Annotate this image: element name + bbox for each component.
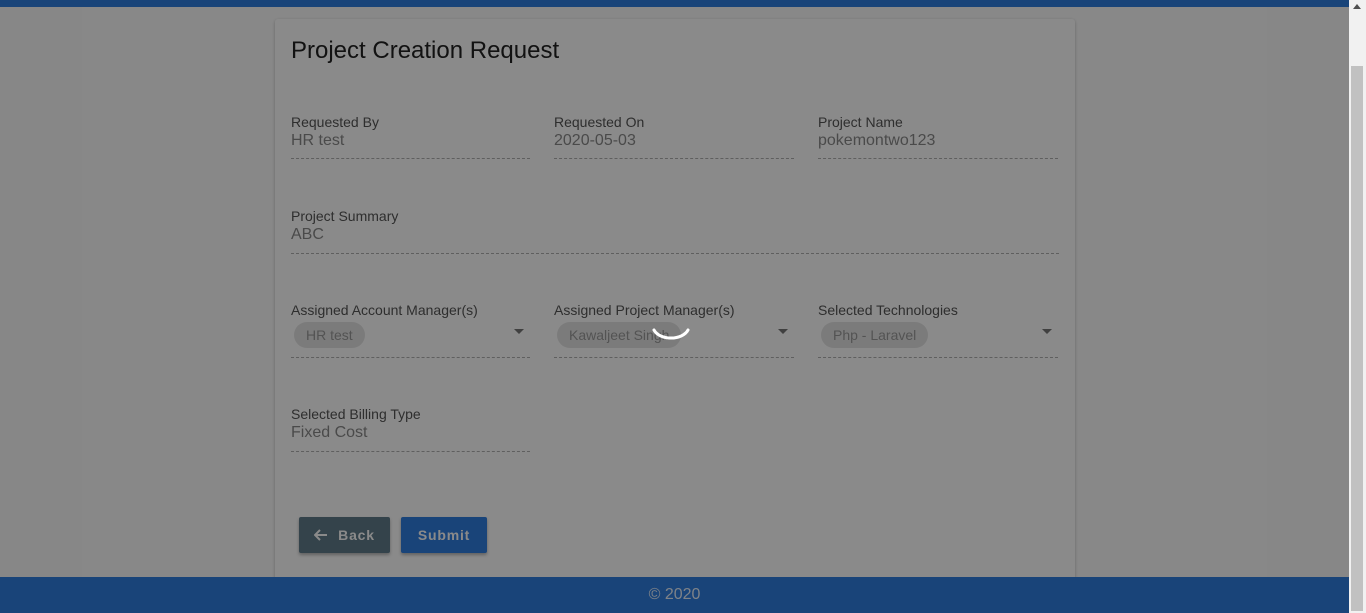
requested-by-value: HR test (291, 132, 345, 149)
project-summary-value: ABC (291, 226, 324, 243)
requested-on-field[interactable]: Requested On 2020-05-03 (554, 114, 794, 159)
project-summary-field[interactable]: Project Summary ABC (291, 208, 1059, 254)
field-underline (818, 357, 1058, 358)
field-underline (554, 158, 794, 159)
project-name-label: Project Name (818, 114, 903, 130)
requested-by-label: Requested By (291, 114, 379, 130)
account-manager-select[interactable]: Assigned Account Manager(s) HR test (291, 302, 530, 358)
project-name-field[interactable]: Project Name pokemontwo123 (818, 114, 1058, 159)
account-manager-label: Assigned Account Manager(s) (291, 302, 478, 318)
requested-on-label: Requested On (554, 114, 645, 130)
spinner-icon (652, 328, 690, 340)
arrow-left-icon (314, 529, 328, 541)
project-request-card: Project Creation Request Requested By HR… (275, 19, 1075, 589)
back-button-label: Back (338, 527, 375, 543)
back-button[interactable]: Back (299, 517, 390, 553)
field-underline (291, 158, 530, 159)
top-app-bar (0, 0, 1349, 7)
field-underline (291, 253, 1059, 254)
billing-type-field[interactable]: Selected Billing Type Fixed Cost (291, 406, 530, 452)
caret-down-icon[interactable] (514, 329, 524, 334)
technologies-select[interactable]: Selected Technologies Php - Laravel (818, 302, 1058, 358)
footer-copyright: © 2020 (648, 586, 701, 603)
field-underline (818, 158, 1058, 159)
footer: © 2020 (0, 577, 1349, 613)
page-title: Project Creation Request (291, 37, 560, 64)
caret-down-icon[interactable] (778, 329, 788, 334)
field-underline (291, 451, 530, 452)
caret-down-icon[interactable] (1042, 329, 1052, 334)
project-name-value: pokemontwo123 (818, 132, 936, 149)
requested-by-field[interactable]: Requested By HR test (291, 114, 530, 159)
page: Project Creation Request Requested By HR… (0, 0, 1366, 613)
technology-chip[interactable]: Php - Laravel (821, 322, 929, 348)
billing-type-label: Selected Billing Type (291, 406, 421, 422)
requested-on-value: 2020-05-03 (554, 132, 636, 149)
billing-type-value: Fixed Cost (291, 424, 368, 441)
field-underline (291, 357, 530, 358)
account-manager-chip[interactable]: HR test (294, 322, 365, 348)
submit-button[interactable]: Submit (401, 517, 487, 553)
vertical-scrollbar[interactable] (1349, 0, 1366, 613)
technologies-label: Selected Technologies (818, 302, 958, 318)
project-summary-label: Project Summary (291, 208, 399, 224)
scrollbar-thumb[interactable] (1351, 66, 1363, 611)
scroll-up-icon[interactable] (1353, 4, 1361, 9)
field-underline (554, 357, 794, 358)
submit-button-label: Submit (417, 527, 471, 543)
